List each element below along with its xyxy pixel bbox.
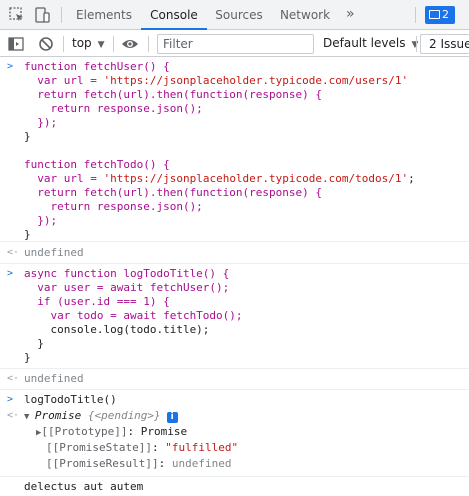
return-arrow-icon: <· — [7, 247, 20, 258]
filter-input[interactable] — [158, 35, 313, 53]
code-line: function fetchTodo() { — [24, 158, 170, 171]
property-value: "fulfilled" — [165, 441, 239, 454]
code-token: var url = — [24, 74, 104, 87]
dropdown-arrow-icon: ▼ — [411, 40, 419, 50]
code-line: var url = 'https://jsonplaceholder.typic… — [24, 172, 415, 186]
property-key: [[PromiseResult]] — [46, 457, 159, 470]
context-selector[interactable]: top ▼ — [72, 30, 105, 57]
toolbar-separator — [63, 36, 64, 52]
return-arrow-icon: <· — [7, 373, 20, 384]
context-label: top — [72, 36, 92, 50]
expanded-triangle-icon: ▼ — [24, 412, 35, 422]
sidebar-toggle-icon[interactable] — [7, 35, 25, 53]
code-line: function fetchUser() { — [24, 60, 170, 73]
code-line: console.log(todo.title); — [24, 323, 210, 336]
toolbar-separator — [113, 36, 114, 52]
promise-prototype-row[interactable]: ▶[[Prototype]]: Promise — [36, 425, 187, 439]
tab-sources[interactable]: Sources — [207, 0, 271, 30]
property-separator: : — [151, 441, 166, 454]
console-log-entry: delectus aut autem — [0, 477, 469, 496]
property-key: [[PromiseState]] — [46, 441, 152, 454]
console-input-entry: > async function logTodoTitle() { var us… — [0, 264, 469, 369]
tab-network[interactable]: Network — [273, 0, 337, 30]
return-arrow-icon: <· — [7, 410, 20, 421]
tab-separator — [61, 7, 62, 23]
promise-pending-label: {<pending>} — [87, 409, 161, 422]
code-line: var url = 'https://jsonplaceholder.typic… — [24, 74, 408, 88]
property-key: [[Prototype]] — [41, 425, 128, 438]
promise-summary[interactable]: ▼ Promise {<pending>} i — [24, 409, 178, 423]
promise-result-row: [[PromiseResult]]: undefined — [46, 457, 231, 471]
promise-state-row: [[PromiseState]]: "fulfilled" — [46, 441, 238, 455]
toolbar-separator — [416, 36, 417, 52]
console-input-entry: > logTodoTitle() <· ▼ Promise {<pending>… — [0, 390, 469, 477]
code-line: } — [24, 351, 31, 364]
log-levels-label: Default levels — [323, 36, 406, 50]
console-toolbar: top ▼ Default levels ▼ 2 Issues — [0, 30, 469, 57]
property-separator: : — [127, 425, 141, 438]
filter-box — [157, 34, 314, 54]
code-string: 'https://jsonplaceholder.typicode.com/us… — [103, 74, 409, 87]
property-value: undefined — [171, 457, 232, 470]
result-value: undefined — [24, 246, 84, 259]
property-separator: : — [158, 457, 172, 470]
devtools-tab-bar: Elements Console Sources Network » 2 — [0, 0, 469, 30]
tab-console[interactable]: Console — [141, 0, 207, 30]
console-result-entry: <· undefined — [0, 243, 469, 264]
code-line: var user = await fetchUser(); — [24, 281, 230, 294]
code-line: } — [24, 130, 31, 143]
code-line: }); — [24, 214, 58, 227]
code-line: return fetch(url).then(function(response… — [24, 186, 323, 199]
code-line: return response.json(); — [24, 200, 203, 213]
input-prompt-icon: > — [7, 268, 14, 279]
issues-badge-button[interactable]: 2 — [425, 6, 455, 24]
clear-console-icon[interactable] — [37, 35, 55, 53]
code-line: } — [24, 228, 31, 241]
code-line: if (user.id === 1) { — [24, 295, 170, 308]
console-messages[interactable]: > function fetchUser() { var url = 'http… — [0, 57, 469, 496]
info-icon[interactable]: i — [166, 412, 178, 423]
live-expression-eye-icon[interactable] — [121, 35, 139, 53]
result-value: undefined — [24, 372, 84, 385]
code-line: return response.json(); — [24, 102, 203, 115]
log-levels-dropdown[interactable]: Default levels ▼ — [323, 30, 418, 57]
console-input-entry: > function fetchUser() { var url = 'http… — [0, 57, 469, 242]
code-line: }); — [24, 116, 58, 129]
code-line: var todo = await fetchTodo(); — [24, 309, 243, 322]
message-icon — [429, 10, 440, 19]
promise-label: Promise — [34, 409, 82, 422]
dropdown-arrow-icon: ▼ — [97, 40, 105, 50]
more-tabs-button[interactable]: » — [346, 0, 355, 30]
property-value: Promise — [140, 425, 188, 438]
code-line: return fetch(url).then(function(response… — [24, 88, 323, 101]
console-result-entry: <· undefined — [0, 369, 469, 390]
tab-elements[interactable]: Elements — [71, 0, 137, 30]
code-token: ; — [408, 172, 415, 185]
tab-separator — [415, 7, 416, 23]
code-string: 'https://jsonplaceholder.typicode.com/to… — [103, 172, 409, 185]
issues-count: 2 — [442, 8, 449, 21]
code-token: var url = — [24, 172, 104, 185]
code-line: async function logTodoTitle() { — [24, 267, 230, 280]
input-prompt-icon: > — [7, 394, 14, 405]
issues-counter-button[interactable]: 2 Issues — [420, 34, 469, 54]
device-toolbar-icon[interactable] — [33, 6, 51, 24]
toolbar-separator — [148, 36, 149, 52]
input-prompt-icon: > — [7, 61, 14, 72]
code-line: } — [24, 337, 44, 350]
inspect-element-icon[interactable] — [8, 6, 26, 24]
code-line: logTodoTitle() — [24, 393, 117, 406]
log-message: delectus aut autem — [24, 480, 144, 493]
